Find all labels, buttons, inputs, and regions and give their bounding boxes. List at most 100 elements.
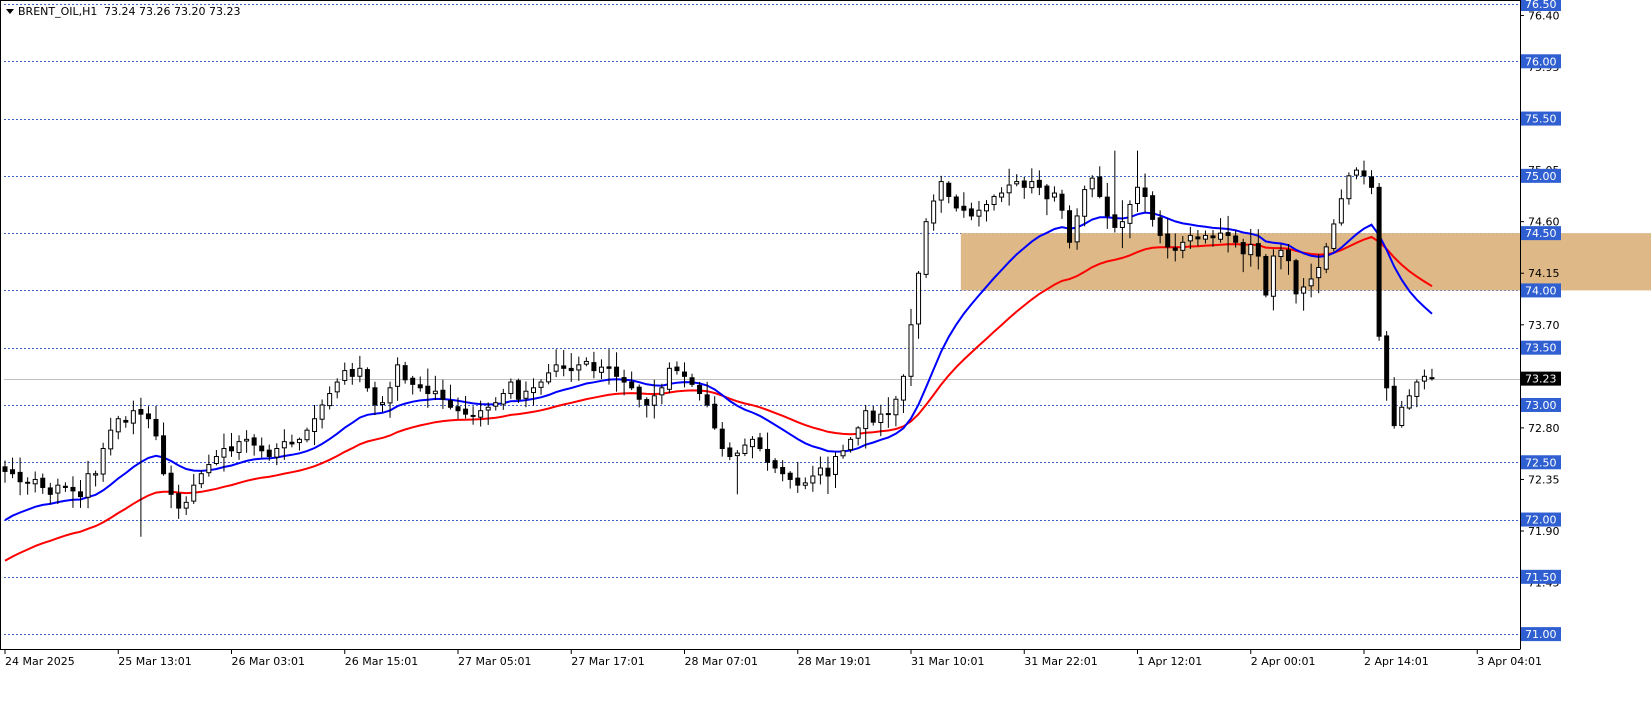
candle — [1067, 205, 1073, 249]
candle-body — [938, 181, 944, 201]
candle-body — [1142, 187, 1148, 197]
candle-body — [55, 484, 61, 494]
candle-body — [704, 394, 710, 406]
candle-body — [191, 484, 197, 502]
candle-body — [757, 437, 763, 450]
x-tick-label: 28 Mar 19:01 — [798, 655, 871, 668]
candle-body — [17, 471, 23, 483]
candle-body — [1135, 186, 1140, 205]
chart-header: BRENT_OIL,H1 73.24 73.26 73.20 73.23 — [6, 5, 240, 18]
x-tick-label: 24 Mar 2025 — [5, 655, 75, 668]
candle-body — [576, 364, 582, 371]
candle-body — [1104, 196, 1110, 217]
ohlc-values: 73.24 73.26 73.20 73.23 — [104, 5, 240, 18]
candle-body — [727, 447, 733, 458]
level-label: 75.00 — [1525, 170, 1557, 183]
candle-body — [893, 398, 899, 416]
candle-body — [168, 472, 174, 495]
resistance-zone[interactable] — [960, 233, 1651, 291]
candle-body — [478, 410, 484, 418]
candle-body — [621, 377, 627, 383]
candle-body — [493, 402, 499, 407]
candle-body — [961, 205, 967, 211]
candle-body — [85, 473, 91, 498]
candle-body — [1187, 234, 1193, 242]
candle-body — [1293, 260, 1299, 295]
candle-body — [878, 413, 884, 424]
candle-body — [908, 324, 914, 377]
candle-body — [463, 408, 469, 415]
candle-body — [991, 195, 997, 206]
candle-body — [387, 387, 393, 404]
candle-body — [319, 404, 325, 420]
candle-body — [833, 456, 838, 475]
candle-body — [561, 365, 567, 369]
candle-body — [968, 208, 974, 217]
candle-body — [1414, 381, 1420, 397]
candle-body — [455, 406, 461, 412]
candle-body — [697, 384, 703, 395]
candle-body — [304, 429, 310, 441]
candle-body — [546, 372, 552, 383]
chart-canvas[interactable]: 76.4075.9575.5075.0574.6074.1573.7073.25… — [0, 0, 1651, 708]
candle-body — [259, 445, 265, 452]
level-label: 75.50 — [1525, 113, 1557, 126]
candle-body — [923, 221, 929, 275]
candle-body — [1074, 215, 1080, 243]
candle-body — [870, 410, 876, 423]
candle-body — [636, 386, 642, 400]
candle-body — [1006, 184, 1012, 194]
candle — [923, 218, 929, 278]
candle-body — [327, 393, 333, 407]
candle-body — [848, 438, 854, 451]
candle-body — [432, 390, 438, 395]
x-tick-label: 2 Apr 14:01 — [1364, 655, 1429, 668]
candle-body — [447, 400, 453, 408]
candle-body — [1270, 255, 1276, 297]
candle-body — [523, 390, 529, 399]
candle-body — [402, 365, 408, 381]
candle-body — [334, 381, 340, 393]
candle-body — [1036, 179, 1042, 188]
candle-body — [1331, 223, 1337, 249]
candle-body — [62, 485, 68, 488]
candle-body — [1278, 249, 1284, 257]
candle-body — [32, 478, 38, 485]
candle-body — [780, 466, 786, 475]
x-tick-label: 3 Apr 04:01 — [1477, 655, 1542, 668]
candle-body — [984, 203, 989, 212]
level-label: 74.00 — [1525, 284, 1557, 297]
level-label: 72.50 — [1525, 456, 1557, 469]
candle-body — [515, 380, 521, 400]
candle-body — [281, 441, 287, 449]
x-tick-label: 31 Mar 10:01 — [911, 655, 984, 668]
candle — [304, 427, 310, 443]
candle-body — [100, 448, 106, 475]
candle-body — [115, 418, 121, 433]
level-label: 76.00 — [1525, 55, 1557, 68]
x-tick-label: 27 Mar 17:01 — [571, 655, 644, 668]
candle — [515, 378, 521, 403]
candle-body — [1059, 193, 1065, 211]
candle-body — [425, 385, 431, 395]
level-label: 76.50 — [1525, 0, 1557, 11]
candle-body — [198, 473, 204, 485]
candle-body — [1361, 170, 1367, 177]
level-label: 73.50 — [1525, 342, 1557, 355]
candle — [1376, 183, 1382, 341]
x-tick-label: 26 Mar 03:01 — [232, 655, 305, 668]
level-label: 73.00 — [1525, 399, 1557, 412]
candle-body — [1248, 244, 1254, 256]
candle-body — [312, 418, 318, 432]
candle-body — [229, 446, 234, 452]
candle-body — [380, 402, 385, 406]
candle-body — [734, 452, 740, 457]
candle-body — [289, 441, 295, 445]
candle-body — [817, 467, 823, 476]
candle-body — [40, 477, 46, 488]
symbol-label: BRENT_OIL,H1 — [18, 5, 97, 18]
candle-body — [1044, 185, 1050, 200]
price-chart[interactable]: 76.4075.9575.5075.0574.6074.1573.7073.25… — [0, 0, 1651, 708]
candle-body — [840, 450, 846, 457]
x-tick-label: 26 Mar 15:01 — [345, 655, 418, 668]
